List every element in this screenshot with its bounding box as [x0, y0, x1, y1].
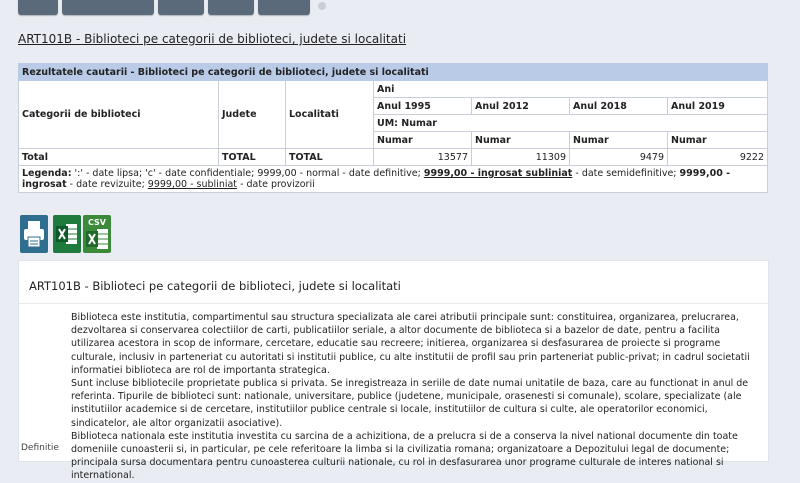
top-nav — [0, 0, 800, 17]
print-icon[interactable] — [20, 215, 48, 253]
divider — [19, 303, 768, 304]
year-header: Anul 2018 — [569, 97, 668, 115]
table-row: Total TOTAL TOTAL 13577 11309 9479 9222 — [18, 148, 769, 166]
nav-tab[interactable] — [258, 0, 310, 15]
col-header-categorie: Categorii de biblioteci — [18, 80, 219, 149]
excel-icon[interactable] — [53, 215, 81, 253]
nav-indicator — [318, 2, 326, 10]
definition-label: Definitie — [21, 443, 59, 453]
definition-text: Biblioteca este institutia, compartiment… — [71, 311, 761, 483]
legend-row: Legenda: ':' - date lipsa; 'c' - date co… — [17, 165, 769, 193]
legend-label: Legenda: — [22, 168, 72, 179]
value-cell: 11309 — [471, 148, 570, 166]
csv-label: CSV — [88, 218, 107, 227]
col-header-localitati: Localitati — [285, 80, 374, 149]
definition-paragraph: Sunt incluse bibliotecile proprietate pu… — [71, 378, 749, 429]
results-header: Rezultatele cautarii - Biblioteci pe cat… — [17, 63, 769, 81]
nav-tab[interactable] — [18, 0, 58, 15]
legend-semidef: 9999,00 - ingrosat subliniat — [423, 168, 573, 179]
col-header-ani: Ani — [372, 80, 769, 98]
nav-tab[interactable] — [208, 0, 254, 15]
row-label: Total — [18, 148, 219, 166]
value-cell: 13577 — [373, 148, 472, 166]
legend-provisional: 9999,00 - subliniat — [147, 179, 238, 190]
unit-label: Numar — [471, 131, 570, 149]
page-title[interactable]: ART101B - Biblioteci pe categorii de bib… — [18, 32, 406, 46]
results-table: Rezultatele cautarii - Biblioteci pe cat… — [17, 63, 769, 193]
col-header-judete: Judete — [218, 80, 286, 149]
details-card: ART101B - Biblioteci pe categorii de bib… — [18, 260, 769, 481]
nav-tab[interactable] — [158, 0, 204, 15]
legend: Legenda: ':' - date lipsa; 'c' - date co… — [17, 165, 769, 193]
definition-paragraph: Biblioteca nationala este institutia inv… — [71, 430, 738, 482]
value-cell: 9222 — [666, 148, 769, 166]
value-cell: 9479 — [569, 148, 668, 166]
nav-tab[interactable] — [62, 0, 154, 15]
legend-text: - date provizorii — [237, 179, 315, 190]
definition-paragraph: Biblioteca este institutia, compartiment… — [71, 312, 750, 376]
legend-text: ':' - date lipsa; 'c' - date confidentia… — [71, 168, 424, 179]
csv-export-icon[interactable]: CSV — [83, 215, 111, 253]
legend-text: - date semidefinitive; — [572, 168, 680, 179]
year-header: Anul 2019 — [666, 97, 769, 115]
legend-text: - date revizuite; — [66, 179, 148, 190]
year-header: Anul 1995 — [373, 97, 472, 115]
details-title: ART101B - Biblioteci pe categorii de bib… — [29, 279, 401, 293]
year-header: Anul 2012 — [471, 97, 570, 115]
row-localitate: TOTAL — [285, 148, 374, 166]
unit-label: Numar — [569, 131, 668, 149]
unit-label: Numar — [666, 131, 769, 149]
row-judet: TOTAL — [218, 148, 286, 166]
um-label: UM: Numar — [372, 114, 769, 132]
unit-label: Numar — [373, 131, 472, 149]
results-header-row: Rezultatele cautarii - Biblioteci pe cat… — [17, 63, 769, 81]
